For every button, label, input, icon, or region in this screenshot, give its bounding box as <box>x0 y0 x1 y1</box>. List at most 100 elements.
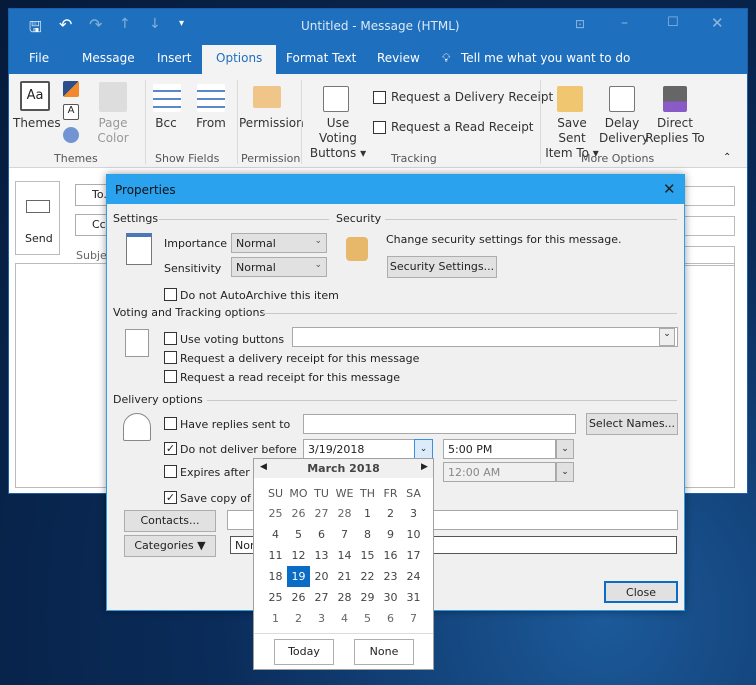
date-dropdown-button[interactable]: ⌄ <box>414 439 433 459</box>
tab-format-text[interactable]: Format Text <box>286 51 356 65</box>
close-window-icon[interactable]: ✕ <box>711 14 724 32</box>
none-button[interactable]: None <box>354 639 414 665</box>
maximize-icon[interactable]: ☐ <box>667 15 679 30</box>
effects-icon[interactable] <box>63 127 79 143</box>
cc-field[interactable] <box>677 216 735 236</box>
calendar-day[interactable]: 5 <box>356 608 379 629</box>
calendar-day[interactable]: 13 <box>310 545 333 566</box>
select-names-button[interactable]: Select Names... <box>586 413 678 435</box>
importance-select[interactable]: Normal ⌄ <box>231 233 327 253</box>
delivery-receipt-checkbox[interactable] <box>373 91 386 104</box>
calendar-day[interactable]: 6 <box>379 608 402 629</box>
calendar-day[interactable]: 28 <box>333 587 356 608</box>
calendar-day-selected[interactable]: 19 <box>287 566 310 587</box>
tab-insert[interactable]: Insert <box>157 51 191 65</box>
customize-qat-icon[interactable]: ▾ <box>179 18 184 29</box>
ribbon-display-icon[interactable]: ⊡ <box>575 17 585 31</box>
calendar-day[interactable]: 3 <box>310 608 333 629</box>
expires-checkbox[interactable] <box>164 465 177 478</box>
calendar-day[interactable]: 15 <box>356 545 379 566</box>
calendar-day[interactable]: 27 <box>310 503 333 524</box>
next-month-icon[interactable]: ▶ <box>421 462 428 472</box>
calendar-day[interactable]: 2 <box>379 503 402 524</box>
redo-icon[interactable]: ↷ <box>89 15 102 34</box>
calendar-day[interactable]: 7 <box>402 608 425 629</box>
replies-checkbox[interactable] <box>164 417 177 430</box>
calendar-day[interactable]: 23 <box>379 566 402 587</box>
direct-replies-button[interactable]: Direct Replies To <box>645 116 705 146</box>
calendar-day[interactable]: 27 <box>310 587 333 608</box>
calendar-day[interactable]: 11 <box>264 545 287 566</box>
expires-time-field[interactable]: 12:00 AM <box>443 462 556 482</box>
calendar-day[interactable]: 14 <box>333 545 356 566</box>
calendar-day[interactable]: 26 <box>287 587 310 608</box>
calendar-day[interactable]: 24 <box>402 566 425 587</box>
calendar-day[interactable]: 2 <box>287 608 310 629</box>
collapse-ribbon-icon[interactable]: ⌃ <box>723 152 731 163</box>
calendar-day[interactable]: 1 <box>264 608 287 629</box>
calendar-day[interactable]: 29 <box>356 587 379 608</box>
permission-button[interactable]: Permission <box>239 116 304 131</box>
tab-review[interactable]: Review <box>377 51 420 65</box>
down-icon[interactable]: ↓ <box>149 16 161 32</box>
delivery-receipt-checkbox[interactable] <box>164 351 177 364</box>
colors-icon[interactable] <box>63 81 79 97</box>
calendar-day[interactable]: 3 <box>402 503 425 524</box>
tab-file[interactable]: File <box>29 51 49 65</box>
close-button[interactable]: Close <box>604 581 678 603</box>
calendar-day[interactable]: 25 <box>264 503 287 524</box>
calendar-day[interactable]: 4 <box>264 524 287 545</box>
security-settings-button[interactable]: Security Settings... <box>387 256 497 278</box>
voting-buttons-combo[interactable]: ⌄ <box>292 327 678 347</box>
deliver-date-field[interactable]: 3/19/2018 <box>303 439 415 459</box>
calendar-day[interactable]: 17 <box>402 545 425 566</box>
today-button[interactable]: Today <box>274 639 334 665</box>
calendar-day[interactable]: 9 <box>379 524 402 545</box>
sensitivity-select[interactable]: Normal ⌄ <box>231 257 327 277</box>
calendar-day[interactable]: 22 <box>356 566 379 587</box>
save-copy-checkbox[interactable]: ✓ <box>164 491 177 504</box>
calendar-day[interactable]: 5 <box>287 524 310 545</box>
fonts-icon[interactable]: A <box>63 104 79 120</box>
calendar-day[interactable]: 12 <box>287 545 310 566</box>
calendar-day[interactable]: 6 <box>310 524 333 545</box>
minimize-icon[interactable]: – <box>621 15 628 31</box>
calendar-day[interactable]: 31 <box>402 587 425 608</box>
send-button[interactable]: Send <box>15 181 60 255</box>
calendar-day[interactable]: 18 <box>264 566 287 587</box>
page-color-button[interactable]: Page Color <box>93 116 133 146</box>
calendar-day[interactable]: 25 <box>264 587 287 608</box>
tab-options[interactable]: Options <box>202 45 277 74</box>
categories-button[interactable]: Categories ▼ <box>124 535 216 557</box>
use-voting-buttons[interactable]: Use Voting Buttons ▾ <box>307 116 369 161</box>
deliver-time-field[interactable]: 5:00 PM <box>443 439 556 459</box>
use-voting-checkbox[interactable] <box>164 332 177 345</box>
themes-button[interactable]: Themes <box>13 116 61 131</box>
calendar-day[interactable]: 16 <box>379 545 402 566</box>
calendar-day[interactable]: 20 <box>310 566 333 587</box>
to-field[interactable] <box>677 186 735 206</box>
calendar-day[interactable]: 10 <box>402 524 425 545</box>
calendar-day[interactable]: 7 <box>333 524 356 545</box>
tell-me-search[interactable]: Tell me what you want to do <box>461 51 630 65</box>
chevron-down-icon[interactable]: ⌄ <box>659 328 675 346</box>
calendar-day[interactable]: 4 <box>333 608 356 629</box>
autoarchive-checkbox[interactable] <box>164 288 177 301</box>
calendar-day[interactable]: 30 <box>379 587 402 608</box>
read-receipt-checkbox[interactable] <box>373 121 386 134</box>
calendar-day[interactable]: 21 <box>333 566 356 587</box>
tab-message[interactable]: Message <box>82 51 135 65</box>
undo-icon[interactable]: ↶ <box>59 15 72 34</box>
calendar-day[interactable]: 28 <box>333 503 356 524</box>
time-dropdown-button[interactable]: ⌄ <box>556 439 574 459</box>
calendar-day[interactable]: 1 <box>356 503 379 524</box>
from-button[interactable]: From <box>191 116 231 131</box>
bcc-button[interactable]: Bcc <box>149 116 183 131</box>
delay-delivery-button[interactable]: Delay Delivery <box>599 116 649 146</box>
save-icon[interactable]: 🖫 <box>29 17 42 42</box>
expires-time-dropdown[interactable]: ⌄ <box>556 462 574 482</box>
contacts-button[interactable]: Contacts... <box>124 510 216 532</box>
calendar-day[interactable]: 26 <box>287 503 310 524</box>
read-receipt-checkbox[interactable] <box>164 370 177 383</box>
up-icon[interactable]: ↑ <box>119 16 131 32</box>
